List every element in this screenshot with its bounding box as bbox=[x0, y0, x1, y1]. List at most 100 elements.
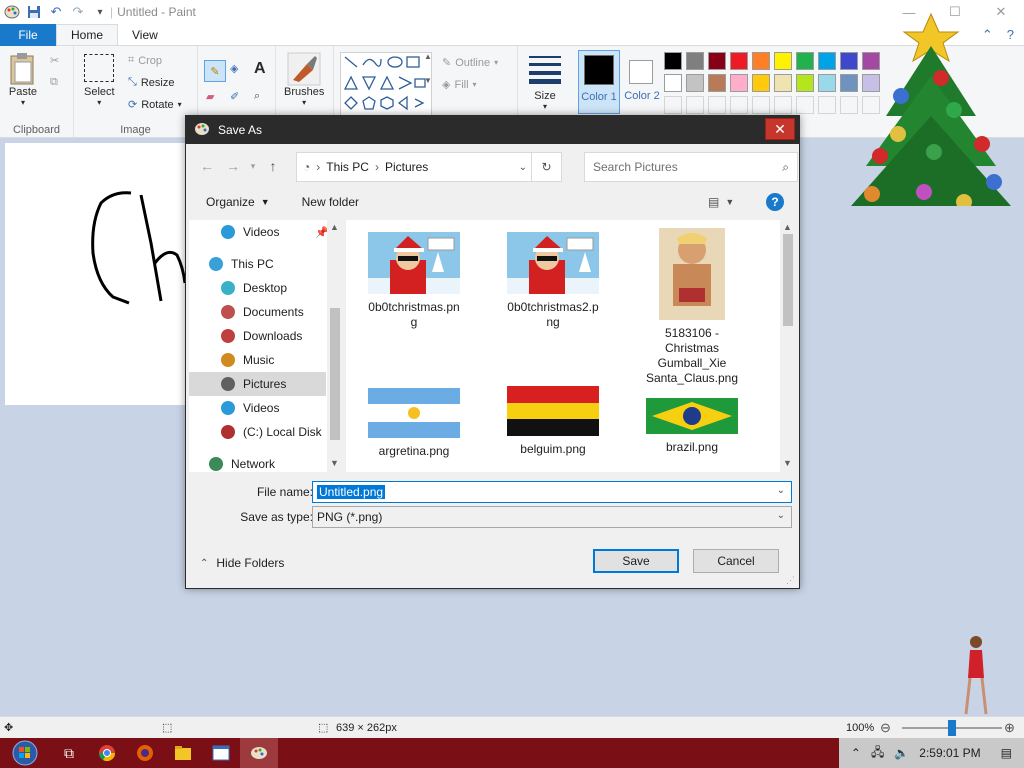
palette-color-swatch[interactable] bbox=[796, 74, 814, 92]
custom-color-swatch[interactable] bbox=[730, 96, 748, 114]
resize-button[interactable]: ⤡ Resize bbox=[128, 76, 174, 89]
refresh-icon[interactable]: ↻ bbox=[531, 153, 561, 181]
nav-item[interactable]: Downloads bbox=[189, 324, 326, 348]
palette-color-swatch[interactable] bbox=[708, 52, 726, 70]
nav-item[interactable]: (C:) Local Disk bbox=[189, 420, 326, 444]
palette-color-swatch[interactable] bbox=[730, 52, 748, 70]
text-tool-icon[interactable]: A bbox=[254, 60, 266, 78]
drawing-canvas[interactable] bbox=[5, 143, 205, 405]
custom-color-swatch[interactable] bbox=[664, 96, 682, 114]
brushes-button[interactable]: Brushes ▾ bbox=[284, 52, 324, 107]
action-center-icon[interactable]: ▤ bbox=[1001, 746, 1012, 760]
palette-color-swatch[interactable] bbox=[774, 74, 792, 92]
file-scroll-up-icon[interactable]: ▲ bbox=[783, 222, 792, 232]
custom-color-swatch[interactable] bbox=[752, 96, 770, 114]
color2-button[interactable]: Color 2 bbox=[622, 50, 662, 114]
resize-grip-icon[interactable]: ⋰ bbox=[786, 575, 795, 586]
address-dropdown-icon[interactable]: ⌄ bbox=[519, 162, 527, 173]
organize-button[interactable]: Organize ▼ bbox=[196, 195, 280, 209]
clock[interactable]: 2:59:01 PM bbox=[919, 746, 980, 760]
zoom-slider[interactable] bbox=[902, 720, 1002, 736]
shapes-scroll-down-icon[interactable]: ▼ bbox=[424, 76, 432, 85]
fill-bucket-icon[interactable]: ◈ bbox=[230, 62, 238, 75]
palette-color-swatch[interactable] bbox=[664, 74, 682, 92]
nav-item[interactable]: Videos bbox=[189, 396, 326, 420]
zoom-in-icon[interactable]: ⊕ bbox=[1004, 720, 1015, 736]
nav-item[interactable]: Pictures bbox=[189, 372, 326, 396]
save-icon[interactable] bbox=[26, 4, 42, 20]
breadcrumb-pictures[interactable]: Pictures bbox=[385, 160, 428, 174]
search-box[interactable]: Search Pictures ⌕ bbox=[584, 152, 798, 182]
file-name-input[interactable]: Untitled.png ⌄ bbox=[312, 481, 792, 503]
size-button[interactable]: Size ▾ bbox=[528, 54, 562, 111]
save-type-dropdown-icon[interactable]: ⌄ bbox=[777, 510, 785, 521]
palette-color-swatch[interactable] bbox=[774, 52, 792, 70]
recent-locations-icon[interactable]: ▾ bbox=[246, 161, 260, 172]
up-icon[interactable]: ↑ bbox=[260, 158, 286, 174]
nav-item[interactable]: Desktop bbox=[189, 276, 326, 300]
undo-icon[interactable]: ↶ bbox=[48, 4, 64, 20]
breadcrumb-this-pc[interactable]: This PC bbox=[326, 160, 369, 174]
shapes-gallery[interactable] bbox=[340, 52, 432, 116]
paste-button[interactable]: Paste ▾ bbox=[8, 52, 38, 107]
shapes-scroll-up-icon[interactable]: ▲ bbox=[424, 52, 432, 61]
eraser-icon[interactable]: ▰ bbox=[206, 90, 214, 103]
firefox-icon[interactable] bbox=[126, 738, 164, 768]
nav-scrollbar[interactable]: ▲ ▼ bbox=[327, 220, 343, 472]
file-scroll-down-icon[interactable]: ▼ bbox=[783, 458, 792, 468]
nav-item[interactable]: Documents bbox=[189, 300, 326, 324]
palette-color-swatch[interactable] bbox=[686, 74, 704, 92]
back-icon[interactable]: ← bbox=[194, 158, 220, 174]
palette-color-swatch[interactable] bbox=[818, 74, 836, 92]
nav-item[interactable]: Videos bbox=[189, 220, 326, 244]
nav-item[interactable]: This PC bbox=[189, 252, 326, 276]
pencil-icon[interactable]: ✎ bbox=[204, 60, 226, 82]
address-bar[interactable]: ◔ › This PC › Pictures ⌄ ↻ bbox=[296, 152, 562, 182]
save-button[interactable]: Save bbox=[593, 549, 679, 573]
custom-color-swatch[interactable] bbox=[818, 96, 836, 114]
rotate-button[interactable]: ⟳ Rotate ▾ bbox=[128, 98, 182, 112]
palette-color-swatch[interactable] bbox=[752, 52, 770, 70]
palette-color-swatch[interactable] bbox=[752, 74, 770, 92]
palette-color-swatch[interactable] bbox=[686, 52, 704, 70]
palette-color-swatch[interactable] bbox=[796, 52, 814, 70]
redo-icon[interactable]: ↷ bbox=[70, 4, 86, 20]
network-tray-icon[interactable]: 🖧 bbox=[871, 743, 884, 764]
file-explorer-icon[interactable] bbox=[164, 738, 202, 768]
file-item[interactable]: 0b0tchristmas.pn g bbox=[354, 232, 474, 330]
palette-color-swatch[interactable] bbox=[818, 52, 836, 70]
palette-color-swatch[interactable] bbox=[730, 74, 748, 92]
customize-qat-icon[interactable]: ▾ bbox=[92, 4, 108, 20]
file-item[interactable]: 0b0tchristmas2.p ng bbox=[493, 232, 613, 330]
start-button[interactable] bbox=[0, 738, 50, 768]
hide-folders-button[interactable]: ⌃ Hide Folders bbox=[200, 556, 284, 570]
cancel-button[interactable]: Cancel bbox=[693, 549, 779, 573]
dialog-close-button[interactable]: ✕ bbox=[765, 118, 795, 140]
chrome-icon[interactable] bbox=[88, 738, 126, 768]
custom-color-swatch[interactable] bbox=[774, 96, 792, 114]
file-item[interactable]: brazil.png bbox=[632, 398, 752, 455]
window-app-icon[interactable] bbox=[202, 738, 240, 768]
file-name-dropdown-icon[interactable]: ⌄ bbox=[777, 485, 785, 496]
save-type-select[interactable]: PNG (*.png) ⌄ bbox=[312, 506, 792, 528]
select-button[interactable]: Select ▾ bbox=[84, 54, 115, 107]
custom-color-swatch[interactable] bbox=[708, 96, 726, 114]
magnifier-icon[interactable]: ⌕ bbox=[254, 90, 260, 103]
color-picker-icon[interactable]: ✐ bbox=[230, 90, 239, 103]
dialog-help-icon[interactable]: ? bbox=[766, 193, 784, 211]
palette-color-swatch[interactable] bbox=[664, 52, 682, 70]
custom-color-swatch[interactable] bbox=[686, 96, 704, 114]
view-options-button[interactable]: ▤ ▼ bbox=[698, 195, 744, 209]
file-scroll-thumb[interactable] bbox=[783, 234, 793, 326]
custom-color-swatch[interactable] bbox=[796, 96, 814, 114]
zoom-slider-thumb[interactable] bbox=[948, 720, 956, 736]
tab-home[interactable]: Home bbox=[56, 24, 119, 45]
nav-item[interactable]: Music bbox=[189, 348, 326, 372]
nav-scroll-thumb[interactable] bbox=[330, 308, 340, 440]
file-item[interactable]: argretina.png bbox=[354, 388, 474, 459]
nav-scroll-down-icon[interactable]: ▼ bbox=[330, 458, 339, 468]
file-item[interactable]: 5183106 - Christmas Gumball_Xie Santa_Cl… bbox=[632, 228, 752, 386]
tray-expand-icon[interactable]: ⌃ bbox=[851, 746, 861, 760]
volume-icon[interactable]: 🔈 bbox=[894, 746, 909, 760]
color1-button[interactable]: Color 1 bbox=[578, 50, 620, 114]
